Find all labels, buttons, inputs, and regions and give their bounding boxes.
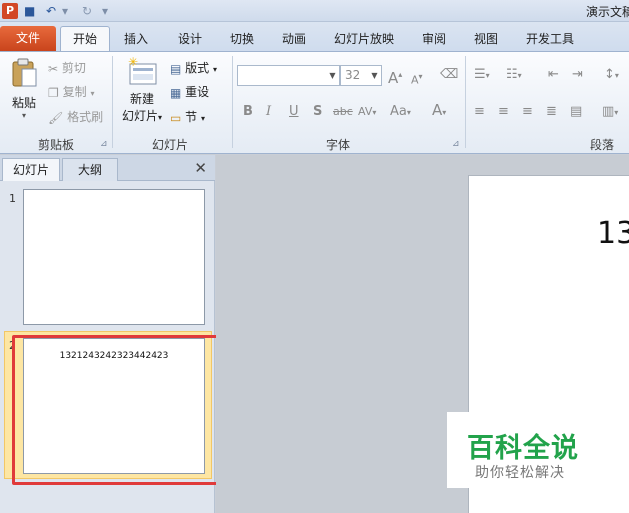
- font-size-combo[interactable]: 32 ▼: [340, 65, 382, 86]
- section-button[interactable]: ▭ 节 ▾: [170, 107, 205, 127]
- distributed-icon[interactable]: ▤: [570, 102, 582, 122]
- tab-transitions[interactable]: 切换: [222, 28, 262, 52]
- new-slide-label: 新建: [129, 92, 154, 106]
- tab-slide-show[interactable]: 幻灯片放映: [328, 28, 400, 52]
- watermark-subtitle: 助你轻松解决: [475, 465, 565, 481]
- paragraph-group-label: 段落: [589, 138, 614, 152]
- change-case-button[interactable]: Aa▾: [390, 102, 411, 122]
- copy-label: 复制: [62, 85, 87, 99]
- grow-font-icon[interactable]: A▴: [388, 65, 402, 87]
- redo-icon[interactable]: ↻: [82, 3, 92, 19]
- clipboard-group-label: 剪贴板: [37, 138, 74, 152]
- columns-icon[interactable]: ▥▾: [602, 102, 618, 122]
- reset-button[interactable]: ▦ 重设: [170, 82, 209, 102]
- character-spacing-button[interactable]: AV▾: [358, 102, 376, 122]
- slides-pane: 幻灯片 大纲 ✕ 1 2 1321243242323442423: [0, 155, 230, 513]
- font-launcher-icon[interactable]: ⊿: [452, 139, 460, 149]
- cut-label: 剪切: [61, 61, 86, 75]
- align-right-icon[interactable]: ≡: [522, 102, 533, 122]
- window-title: 演示文稿: [586, 5, 629, 19]
- clear-formatting-icon[interactable]: ⌫: [440, 65, 458, 85]
- clipboard-launcher-icon[interactable]: ⊿: [100, 139, 108, 149]
- slide-number-1: 1: [9, 192, 16, 205]
- watermark-title: 百科全说: [467, 433, 579, 464]
- pane-tabs: 幻灯片 大纲 ✕: [0, 155, 215, 181]
- underline-button[interactable]: U: [289, 102, 299, 122]
- format-painter-label: 格式刷: [67, 110, 104, 124]
- tab-animations[interactable]: 动画: [274, 28, 314, 52]
- close-pane-icon[interactable]: ✕: [194, 159, 207, 177]
- layout-button[interactable]: ▤ 版式 ▾: [170, 58, 217, 78]
- slides-group-label: 幻灯片: [151, 138, 188, 152]
- new-slide-label-2: 幻灯片: [121, 109, 158, 123]
- tab-slides[interactable]: 幻灯片: [2, 158, 60, 181]
- layout-icon: ▤: [170, 61, 182, 76]
- paste-label: 粘贴: [11, 96, 36, 110]
- numbering-icon[interactable]: ☷▾: [506, 65, 522, 85]
- increase-indent-icon[interactable]: ⇥: [572, 65, 583, 85]
- justify-icon[interactable]: ≣: [546, 102, 557, 122]
- decrease-indent-icon[interactable]: ⇤: [548, 65, 559, 85]
- undo-dropdown-icon[interactable]: ▾: [62, 3, 68, 19]
- font-size-dropdown-icon[interactable]: ▼: [368, 66, 381, 85]
- italic-button[interactable]: I: [266, 102, 271, 122]
- font-group-label: 字体: [325, 138, 350, 152]
- font-name-dropdown-icon[interactable]: ▼: [326, 66, 339, 85]
- line-spacing-icon[interactable]: ↕▾: [604, 65, 619, 85]
- undo-icon[interactable]: ↶: [46, 3, 56, 19]
- font-size-value: 32: [345, 68, 361, 82]
- tab-view[interactable]: 视图: [466, 28, 506, 52]
- align-left-icon[interactable]: ≡: [474, 102, 485, 122]
- title-bar: P ■ ↶ ▾ ↻ ▾ 演示文稿: [0, 0, 629, 22]
- reset-icon: ▦: [170, 85, 182, 100]
- copy-icon: ❐: [48, 85, 59, 100]
- cut-button[interactable]: ✂ 剪切: [48, 58, 86, 78]
- bold-button[interactable]: B: [243, 102, 253, 122]
- new-slide-button[interactable]: ✳ 新建 幻灯片▾: [118, 56, 166, 124]
- paste-icon: [12, 58, 37, 87]
- format-painter-button[interactable]: 🖌 格式刷: [48, 107, 103, 127]
- bullets-icon[interactable]: ☰▾: [474, 65, 490, 85]
- new-slide-icon: ✳: [128, 56, 157, 85]
- paste-button[interactable]: 粘贴 ▾: [6, 58, 42, 120]
- ribbon-tabs: 文件 开始 插入 设计 切换 动画 幻灯片放映 审阅 视图 开发工具: [0, 22, 629, 52]
- slide-thumbnail-1[interactable]: [23, 189, 205, 325]
- reset-label: 重设: [185, 85, 210, 99]
- save-icon[interactable]: ■: [24, 3, 35, 19]
- red-highlight-box: [12, 335, 230, 485]
- layout-label: 版式: [185, 61, 210, 75]
- scissors-icon: ✂: [48, 61, 59, 76]
- ribbon: 粘贴 ▾ ✂ 剪切 ❐ 复制 ▾ 🖌 格式刷 剪贴板 ⊿ ✳ 新建 幻灯片▾ ▤…: [0, 52, 629, 154]
- powerpoint-app-icon[interactable]: P: [2, 3, 18, 19]
- font-color-button[interactable]: A▾: [432, 100, 446, 120]
- customize-quick-access-icon[interactable]: ▾: [102, 3, 108, 19]
- tab-home[interactable]: 开始: [60, 26, 110, 51]
- slide-title-text[interactable]: 13: [597, 216, 629, 251]
- tab-developer[interactable]: 开发工具: [518, 28, 582, 52]
- text-shadow-button[interactable]: S: [313, 102, 322, 122]
- svg-text:✳: ✳: [128, 56, 138, 69]
- copy-button[interactable]: ❐ 复制 ▾: [48, 82, 94, 102]
- format-painter-icon: 🖌: [48, 110, 64, 125]
- font-name-combo[interactable]: ▼: [237, 65, 340, 86]
- align-center-icon[interactable]: ≡: [498, 102, 509, 122]
- shrink-font-icon[interactable]: A▾: [411, 67, 423, 87]
- strikethrough-button[interactable]: abc: [333, 102, 353, 122]
- tab-design[interactable]: 设计: [170, 28, 210, 52]
- section-label: 节: [185, 110, 198, 124]
- watermark-logo: 百科全说 助你轻松解决: [447, 412, 629, 488]
- section-icon: ▭: [170, 110, 182, 125]
- tab-file[interactable]: 文件: [0, 26, 56, 51]
- tab-insert[interactable]: 插入: [116, 28, 156, 52]
- tab-outline[interactable]: 大纲: [62, 158, 118, 181]
- tab-review[interactable]: 审阅: [414, 28, 454, 52]
